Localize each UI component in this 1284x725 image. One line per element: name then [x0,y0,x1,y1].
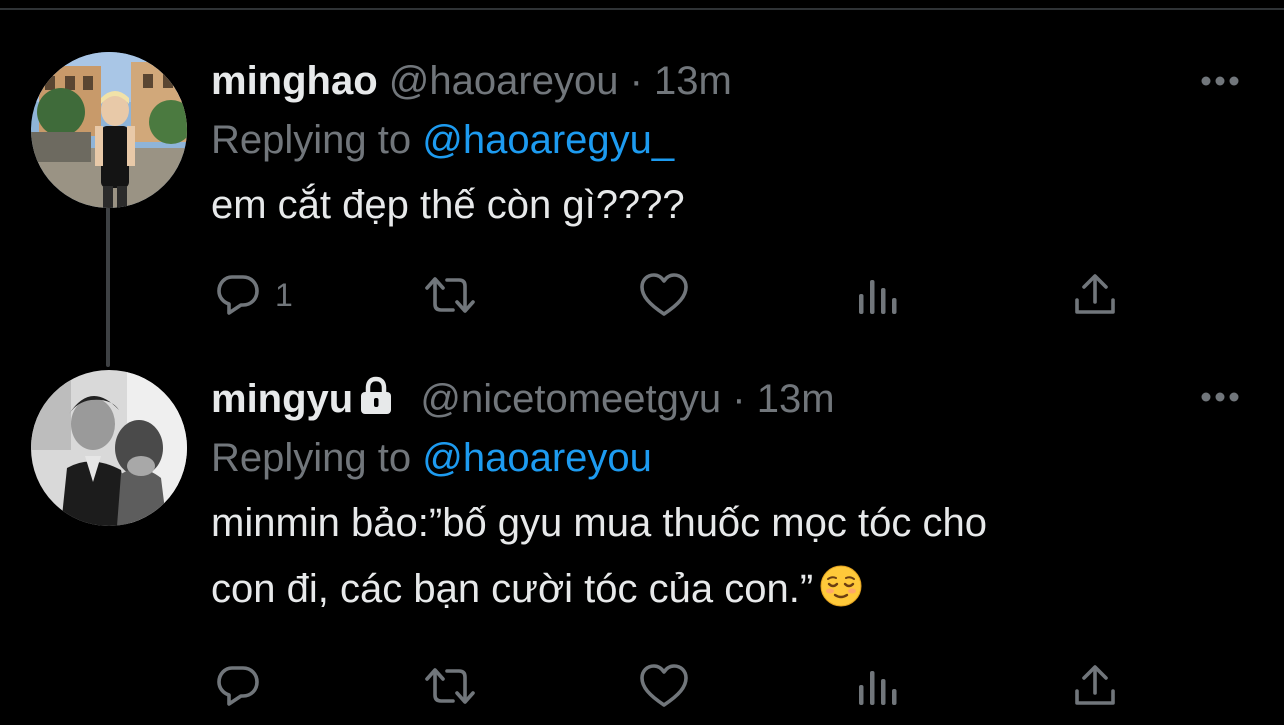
relieved-face-emoji-icon [819,562,863,607]
tweet-actions: 1 [211,270,1131,320]
display-name[interactable]: mingyu [211,377,353,421]
separator-dot: · [629,59,643,103]
replying-to-label: Replying to [211,436,412,480]
user-handle[interactable]: @haoareyou [389,59,619,103]
reply-icon [215,272,261,318]
replying-to: Replying to @haoareyou [211,430,1211,486]
avatar[interactable] [31,370,187,526]
tweet-actions [211,661,1131,711]
replying-to-mention[interactable]: @haoaregyu_ [422,118,674,162]
thread-connector-line [106,207,110,367]
replying-to-label: Replying to [211,118,412,162]
tweet-text-line: minmin bảo:”bố gyu mua thuốc mọc tóc cho [211,501,987,545]
timestamp[interactable]: 13m [654,59,732,103]
retweet-icon [423,663,477,709]
like-button[interactable] [639,661,689,711]
reply-button[interactable]: 1 [215,270,293,320]
views-icon [857,272,901,318]
reply-icon [215,663,261,709]
views-button[interactable] [857,270,901,320]
top-divider [0,8,1284,10]
views-button[interactable] [857,661,901,711]
retweet-button[interactable] [423,270,477,320]
like-icon [639,663,689,709]
views-icon [857,663,901,709]
tweet-text: minmin bảo:”bố gyu mua thuốc mọc tóc cho… [211,490,1191,622]
avatar[interactable] [31,52,187,208]
tweet-text-line: con đi, các bạn cười tóc của con.” [211,567,814,611]
tweet-header: minghao @haoareyou · 13m [211,50,1211,112]
more-icon[interactable] [1200,74,1240,86]
share-button[interactable] [1073,270,1117,320]
share-icon [1073,272,1117,318]
share-icon [1073,663,1117,709]
user-handle[interactable]: @nicetomeetgyu [420,377,721,421]
more-icon[interactable] [1200,390,1240,402]
lock-icon [357,372,395,414]
retweet-button[interactable] [423,661,477,711]
reply-button[interactable] [215,661,275,711]
like-button[interactable] [639,270,689,320]
tweet-text: em cắt đẹp thế còn gì???? [211,172,1191,238]
separator-dot: · [732,377,746,421]
display-name[interactable]: minghao [211,59,378,103]
tweet-text-line-2: con đi, các bạn cười tóc của con.” [211,556,1191,622]
replying-to-mention[interactable]: @haoareyou [422,436,652,480]
timestamp[interactable]: 13m [757,377,835,421]
replying-to: Replying to @haoaregyu_ [211,112,1211,168]
share-button[interactable] [1073,661,1117,711]
like-icon [639,272,689,318]
tweet-text-line: em cắt đẹp thế còn gì???? [211,183,685,227]
tweet-header: mingyu @nicetomeetgyu · 13m [211,368,1211,430]
retweet-icon [423,272,477,318]
reply-count: 1 [275,276,293,313]
